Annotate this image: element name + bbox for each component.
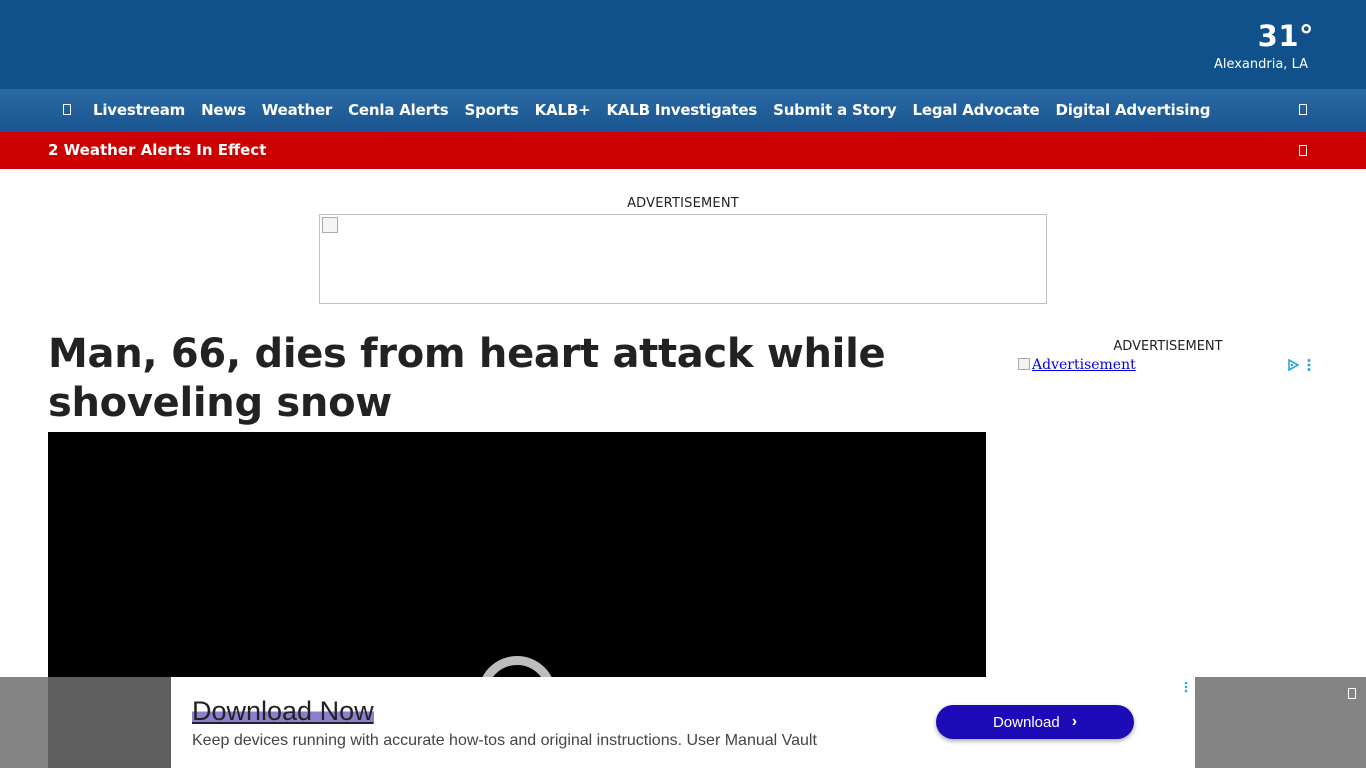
page: 31° Alexandria, LA Livestream News Weath… — [0, 0, 1366, 768]
close-icon[interactable] — [1346, 687, 1358, 701]
nav-item-digital-advertising[interactable]: Digital Advertising — [1047, 89, 1218, 132]
chevron-right-icon: › — [1071, 713, 1078, 730]
weather-alert-bar[interactable]: 2 Weather Alerts In Effect — [0, 132, 1366, 169]
nav-item-legal-advocate[interactable]: Legal Advocate — [904, 89, 1047, 132]
download-button[interactable]: Download › — [936, 705, 1134, 739]
nav-item-news[interactable]: News — [193, 89, 254, 132]
nav-items: Livestream News Weather Cenla Alerts Spo… — [85, 89, 1218, 132]
adchoices-icon[interactable] — [1287, 359, 1299, 371]
side-ad-alt-text: Advertisement — [1032, 357, 1136, 373]
sticky-ad-title[interactable]: Download Now — [192, 696, 374, 726]
weather-widget[interactable]: 31° Alexandria, LA — [1214, 18, 1314, 74]
weather-temperature: 31° — [1257, 19, 1314, 53]
side-ad-label: ADVERTISEMENT — [1113, 339, 1223, 354]
broken-image-icon — [1018, 358, 1030, 370]
top-banner-ad[interactable] — [319, 214, 1047, 304]
nav-item-livestream[interactable]: Livestream — [85, 89, 193, 132]
broken-image-icon — [322, 217, 338, 233]
sticky-ad-description: Keep devices running with accurate how-t… — [192, 732, 817, 749]
side-ad-image-link[interactable]: Advertisement — [1018, 357, 1136, 373]
nav-item-kalb-plus[interactable]: KALB+ — [527, 89, 599, 132]
weather-alert-text[interactable]: 2 Weather Alerts In Effect — [48, 132, 266, 169]
nav-item-sports[interactable]: Sports — [457, 89, 527, 132]
nav-item-kalb-investigates[interactable]: KALB Investigates — [598, 89, 765, 132]
nav-item-weather[interactable]: Weather — [254, 89, 340, 132]
article-headline: Man, 66, dies from heart attack while sh… — [48, 331, 886, 426]
main-nav: Livestream News Weather Cenla Alerts Spo… — [0, 89, 1366, 132]
nav-item-submit-a-story[interactable]: Submit a Story — [765, 89, 904, 132]
download-button-label: Download — [992, 713, 1060, 731]
top-header: 31° Alexandria, LA — [0, 0, 1366, 89]
menu-icon[interactable] — [60, 102, 74, 118]
top-ad-label: ADVERTISEMENT — [627, 196, 739, 211]
ad-options-icon[interactable] — [1305, 358, 1313, 372]
nav-item-cenla-alerts[interactable]: Cenla Alerts — [340, 89, 456, 132]
ad-options-icon[interactable] — [1183, 681, 1189, 693]
chevron-down-icon[interactable] — [1296, 144, 1310, 158]
search-icon[interactable] — [1296, 103, 1310, 117]
weather-location: Alexandria, LA — [1213, 57, 1308, 72]
sticky-bottom-ad[interactable]: Download Now Keep devices running with a… — [171, 677, 1195, 768]
